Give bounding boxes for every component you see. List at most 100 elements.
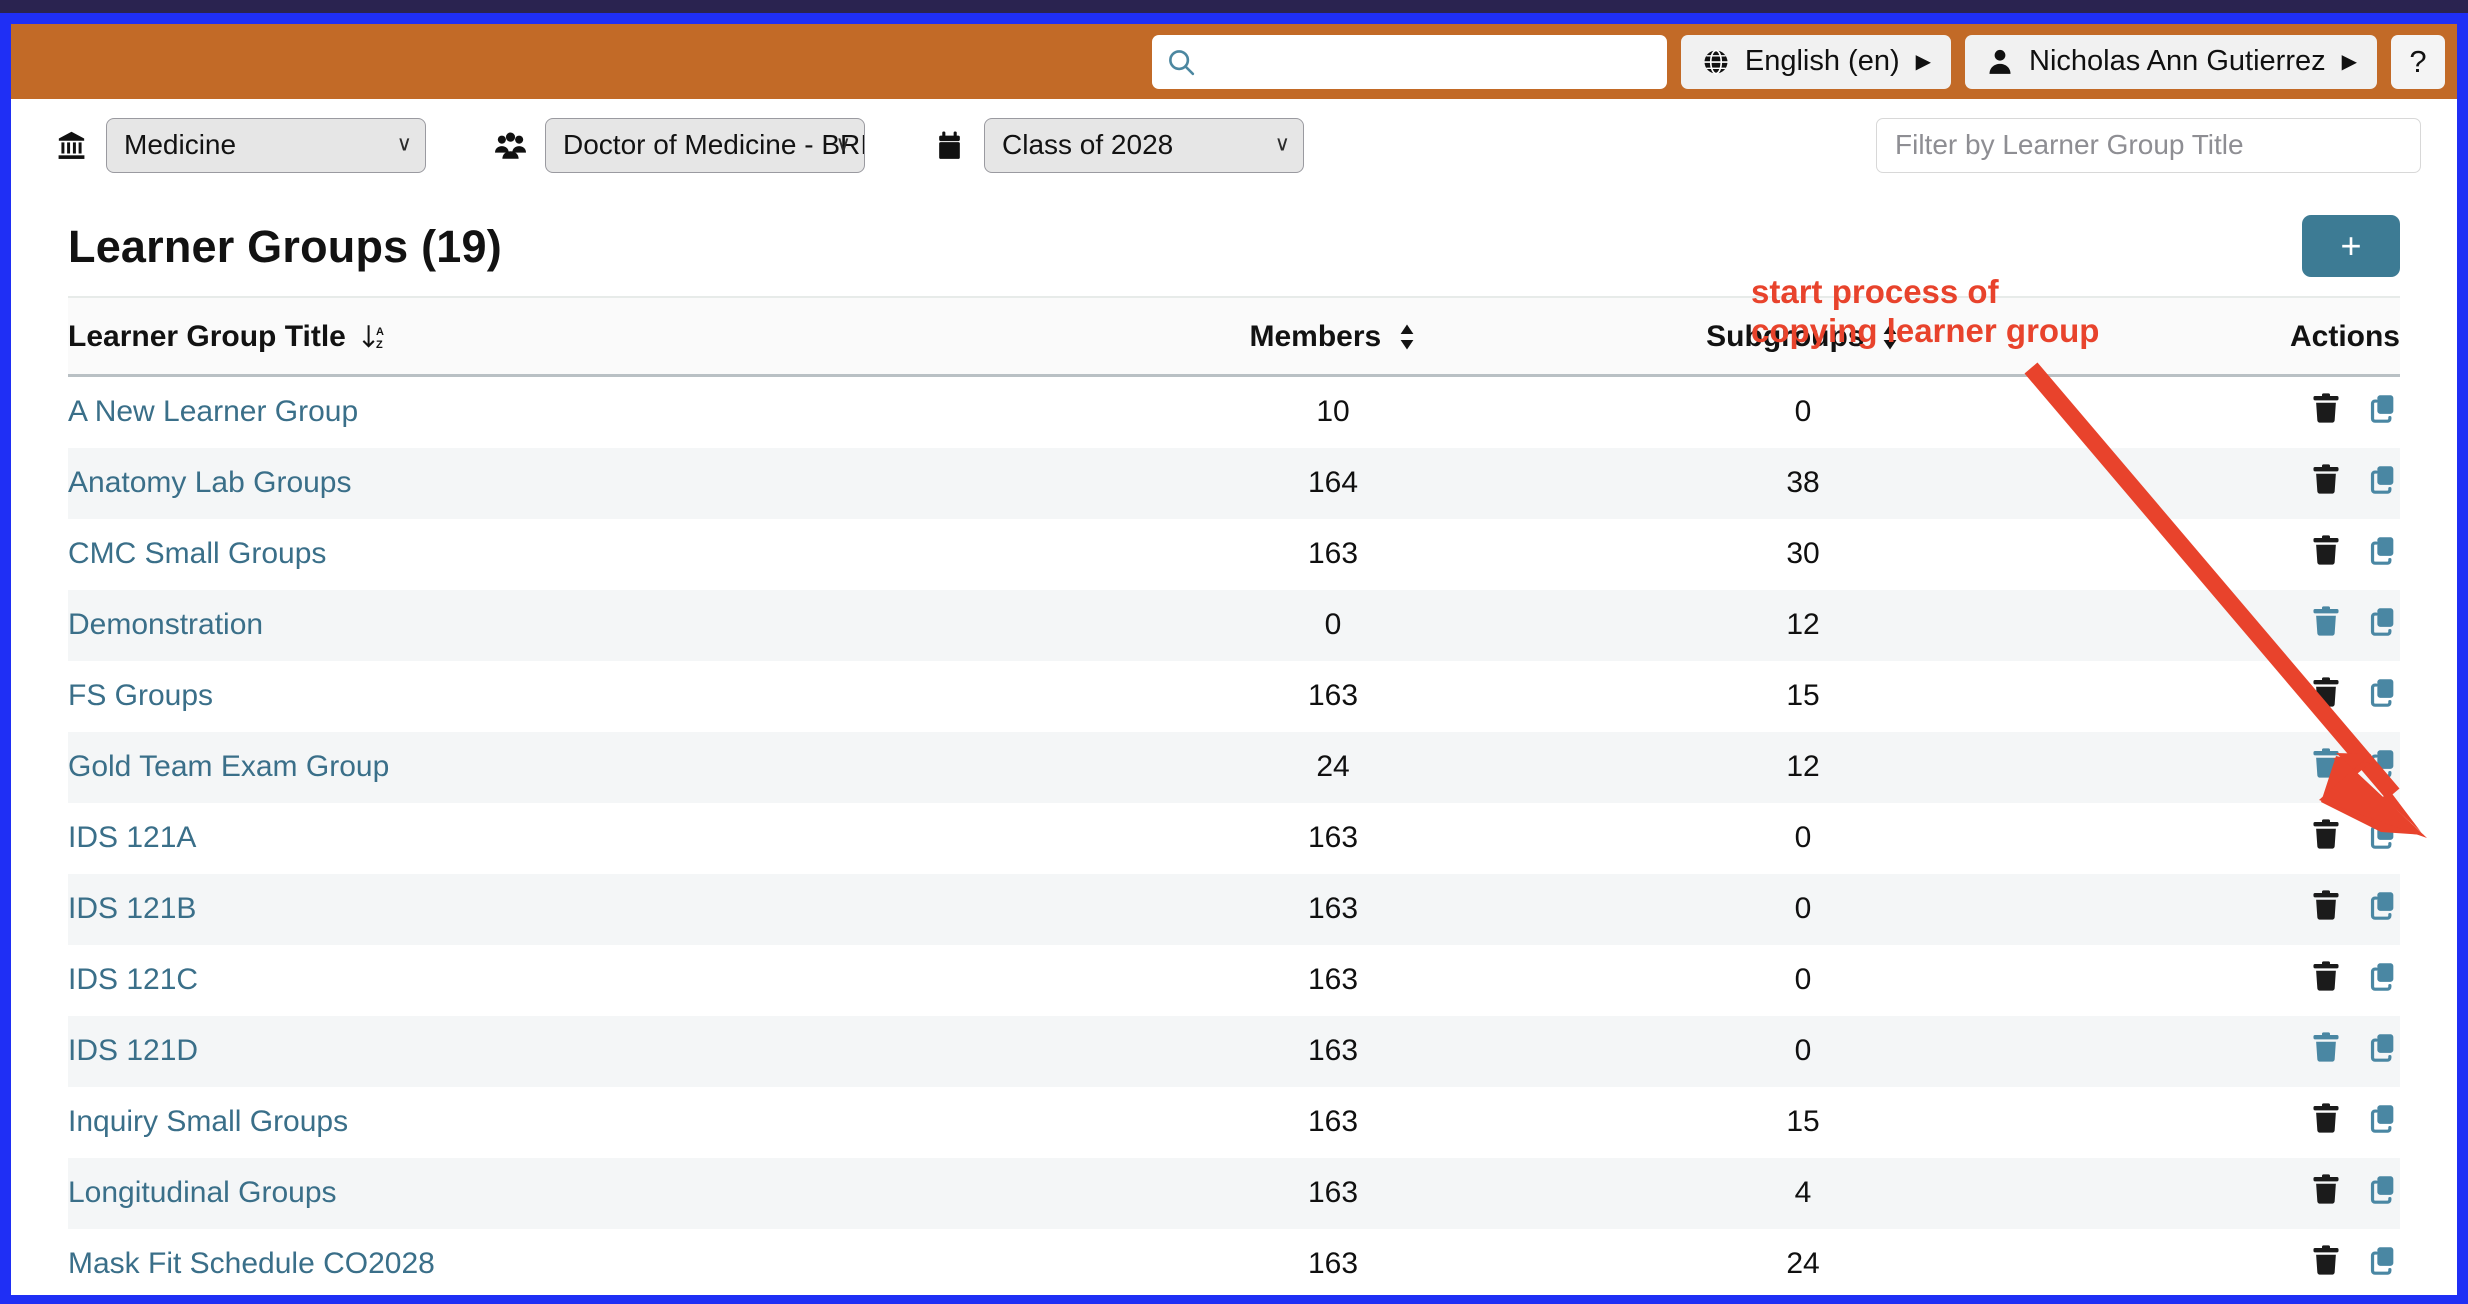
cell-actions xyxy=(2038,590,2400,661)
cell-actions xyxy=(2038,661,2400,732)
cell-subgroups: 38 xyxy=(1786,466,1820,499)
learner-group-link[interactable]: Demonstration xyxy=(68,608,263,641)
cell-actions xyxy=(2038,1016,2400,1087)
table-body: A New Learner Group 10 0 Anatomy Lab Groups… xyxy=(68,376,2400,1296)
copy-icon[interactable] xyxy=(2368,746,2400,788)
cell-title: FS Groups xyxy=(68,661,1098,732)
delete-icon[interactable] xyxy=(2310,1243,2342,1285)
table-row: IDS 121D 163 0 xyxy=(68,1016,2400,1087)
users-icon xyxy=(495,132,526,159)
learner-group-link[interactable]: IDS 121C xyxy=(68,963,198,996)
language-menu[interactable]: English (en) ▶ xyxy=(1680,34,1952,89)
copy-icon[interactable] xyxy=(2368,675,2400,717)
learner-group-link[interactable]: CMC Small Groups xyxy=(68,537,326,570)
learner-group-link[interactable]: Mask Fit Schedule CO2028 xyxy=(68,1247,435,1280)
filter-toolbar: Medicine ∨ Doctor of Medicine - BRIDGE ∨ xyxy=(11,99,2457,191)
table-row: Gold Team Exam Group 24 12 xyxy=(68,732,2400,803)
delete-icon[interactable] xyxy=(2310,959,2342,1001)
column-header-actions: Actions xyxy=(2038,298,2400,377)
add-learner-group-button[interactable]: + xyxy=(2302,215,2400,277)
copy-icon[interactable] xyxy=(2368,462,2400,504)
delete-icon[interactable] xyxy=(2310,533,2342,575)
learner-group-link[interactable]: Longitudinal Groups xyxy=(68,1176,337,1209)
delete-icon[interactable] xyxy=(2310,1101,2342,1143)
column-header-subgroups-label: Subgroups xyxy=(1706,320,1865,353)
learner-group-link[interactable]: Anatomy Lab Groups xyxy=(68,466,352,499)
cell-actions xyxy=(2038,732,2400,803)
column-header-title[interactable]: Learner Group Title A Z xyxy=(68,298,1098,377)
copy-icon[interactable] xyxy=(2368,1172,2400,1214)
cell-subgroups: 15 xyxy=(1786,679,1820,712)
delete-icon[interactable] xyxy=(2310,746,2342,788)
cell-actions xyxy=(2038,376,2400,449)
program-select[interactable]: Doctor of Medicine - BRIDGE ∨ xyxy=(545,117,865,173)
delete-icon[interactable] xyxy=(2310,888,2342,930)
app-viewport: English (en) ▶ Nicholas Ann Gutierrez ▶ … xyxy=(11,24,2457,1295)
delete-icon[interactable] xyxy=(2310,462,2342,504)
cell-title: IDS 121B xyxy=(68,874,1098,945)
copy-icon[interactable] xyxy=(2368,391,2400,433)
global-search[interactable] xyxy=(1151,34,1667,89)
search-input[interactable] xyxy=(1203,45,1653,78)
learner-group-link[interactable]: IDS 121D xyxy=(68,1034,198,1067)
copy-icon[interactable] xyxy=(2368,1101,2400,1143)
copy-icon[interactable] xyxy=(2368,817,2400,859)
copy-icon[interactable] xyxy=(2368,604,2400,646)
school-select[interactable]: Medicine ∨ xyxy=(106,117,426,173)
learner-groups-table-container: Learner Group Title A Z Members Subgroup… xyxy=(68,298,2400,1295)
user-menu[interactable]: Nicholas Ann Gutierrez ▶ xyxy=(1965,34,2377,89)
table-row: CMC Small Groups 163 30 xyxy=(68,519,2400,590)
svg-text:A: A xyxy=(376,326,384,338)
cell-actions xyxy=(2038,1087,2400,1158)
cohort-filter-group: Class of 2028 ∨ xyxy=(933,117,1304,173)
cell-members: 163 xyxy=(1307,537,1359,570)
learner-group-title-filter-input[interactable] xyxy=(1876,117,2421,173)
school-select-value: Medicine xyxy=(124,129,237,160)
learner-group-link[interactable]: Gold Team Exam Group xyxy=(68,750,389,783)
learner-group-link[interactable]: IDS 121B xyxy=(68,892,196,925)
calendar-icon xyxy=(939,131,960,159)
copy-icon[interactable] xyxy=(2368,1030,2400,1072)
learner-group-link[interactable]: FS Groups xyxy=(68,679,213,712)
cell-actions xyxy=(2038,1229,2400,1295)
column-header-members-label: Members xyxy=(1249,320,1382,353)
cell-members: 163 xyxy=(1307,679,1359,712)
learner-groups-table: Learner Group Title A Z Members Subgroup… xyxy=(68,298,2400,1295)
learner-group-link[interactable]: IDS 121A xyxy=(68,821,196,854)
copy-icon[interactable] xyxy=(2368,959,2400,1001)
delete-icon[interactable] xyxy=(2310,391,2342,433)
delete-icon[interactable] xyxy=(2310,817,2342,859)
delete-icon[interactable] xyxy=(2310,1172,2342,1214)
copy-icon[interactable] xyxy=(2368,533,2400,575)
cell-title: IDS 121A xyxy=(68,803,1098,874)
learner-group-link[interactable]: Inquiry Small Groups xyxy=(68,1105,348,1138)
help-button[interactable]: ? xyxy=(2391,34,2445,89)
top-navbar: English (en) ▶ Nicholas Ann Gutierrez ▶ … xyxy=(11,24,2457,99)
cell-members: 163 xyxy=(1307,1247,1359,1280)
delete-icon[interactable] xyxy=(2310,604,2342,646)
cell-members: 163 xyxy=(1307,821,1359,854)
page-title: Learner Groups (19) xyxy=(68,221,502,272)
cell-members: 164 xyxy=(1307,466,1359,499)
cell-subgroups: 0 xyxy=(1794,395,1812,428)
cell-title: Mask Fit Schedule CO2028 xyxy=(68,1229,1098,1295)
cell-actions xyxy=(2038,519,2400,590)
screen: English (en) ▶ Nicholas Ann Gutierrez ▶ … xyxy=(0,0,2468,1304)
column-header-subgroups[interactable]: Subgroups xyxy=(1568,298,2038,377)
column-header-members[interactable]: Members xyxy=(1098,298,1568,377)
svg-text:Z: Z xyxy=(376,339,383,351)
copy-icon[interactable] xyxy=(2368,888,2400,930)
program-filter-group: Doctor of Medicine - BRIDGE ∨ xyxy=(494,117,865,173)
cohort-select[interactable]: Class of 2028 ∨ xyxy=(984,117,1304,173)
delete-icon[interactable] xyxy=(2310,1030,2342,1072)
table-row: IDS 121A 163 0 xyxy=(68,803,2400,874)
page-header: Learner Groups (19) + xyxy=(68,191,2400,298)
plus-icon: + xyxy=(2340,225,2362,266)
table-row: Longitudinal Groups 163 4 xyxy=(68,1158,2400,1229)
copy-icon[interactable] xyxy=(2368,1243,2400,1285)
learner-group-link[interactable]: A New Learner Group xyxy=(68,395,358,428)
cell-subgroups: 4 xyxy=(1794,1176,1812,1209)
chevron-down-icon: ∨ xyxy=(396,132,412,156)
sort-updown-icon xyxy=(1400,324,1413,350)
delete-icon[interactable] xyxy=(2310,675,2342,717)
